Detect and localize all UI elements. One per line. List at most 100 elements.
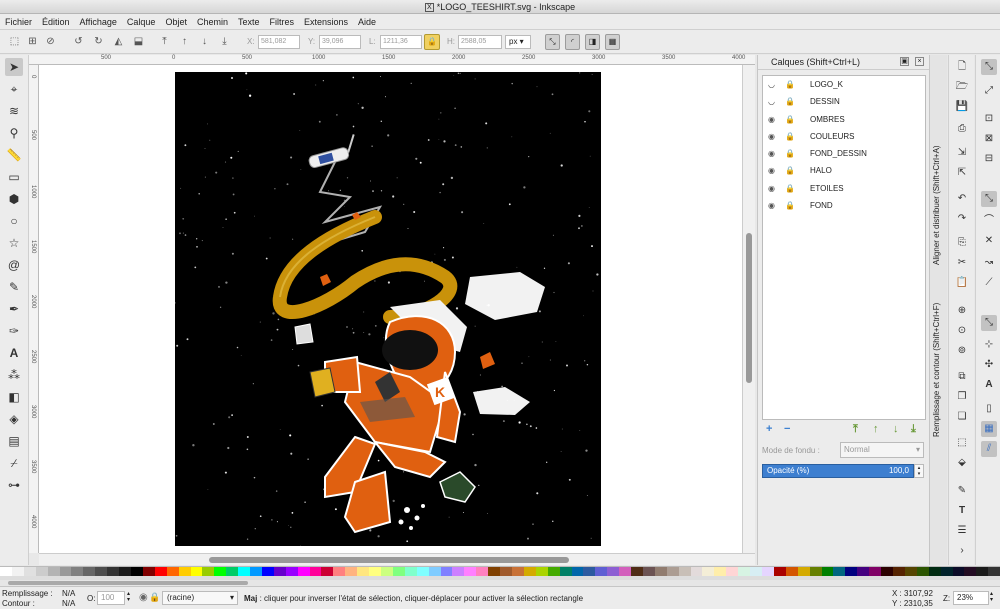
snap-enable-icon[interactable]: ⤡ [981,59,997,75]
duplicate-icon[interactable]: ⧉ [954,369,970,385]
color-swatch[interactable] [821,567,834,576]
fill-value[interactable]: N/A [62,589,75,598]
color-swatch[interactable] [23,567,36,576]
height-field[interactable]: 2588,05 [458,35,502,49]
text-font-icon[interactable]: T [954,503,970,519]
layer-row[interactable]: ◉ 🔒 FOND [763,197,925,214]
raise-icon[interactable]: ↑ [178,35,191,48]
lock-icon[interactable]: 🔒 [785,93,795,110]
stroke-value[interactable]: N/A [62,599,75,608]
color-swatch[interactable] [250,567,262,576]
menu-fichier[interactable]: Fichier [0,14,37,30]
color-swatch[interactable] [357,567,370,576]
rotate-cw-icon[interactable]: ↻ [92,35,105,48]
snap-page-border-icon[interactable]: ▯ [981,401,997,417]
layer-row[interactable]: ◉ 🔒 COULEURS [763,128,925,145]
color-swatch[interactable] [773,567,786,576]
color-swatch[interactable] [654,567,667,576]
zoom-selection-icon[interactable]: ⊕ [954,303,970,319]
color-swatch[interactable] [190,567,203,576]
color-swatch[interactable] [476,567,489,576]
lock-icon[interactable]: 🔒 [785,128,795,145]
color-swatch[interactable] [238,567,251,576]
horizontal-scrollbar[interactable] [39,553,755,565]
clone-icon[interactable]: ❐ [954,389,970,405]
color-swatch[interactable] [809,567,822,576]
hidden-eye-icon[interactable]: ◡ [768,93,775,110]
layer-row[interactable]: ◡ 🔒 DESSIN [763,93,925,110]
lower-to-bottom-icon[interactable]: ⤓ [218,35,231,48]
snap-intersection-icon[interactable]: ✕ [981,233,997,249]
color-swatch[interactable] [285,567,298,576]
color-swatch[interactable] [571,567,584,576]
object-opacity-field[interactable]: 100 [97,591,125,605]
lock-icon[interactable]: 🔒 [785,197,795,214]
color-swatch[interactable] [119,567,131,576]
lock-icon[interactable]: 🔒 [785,145,795,162]
palette-scroll-thumb[interactable] [8,581,248,585]
eye-icon[interactable]: ◉ [768,162,775,179]
color-swatch[interactable] [988,567,1000,576]
new-document-icon[interactable]: 🗋 [954,59,970,75]
redo-icon[interactable]: ↷ [954,211,970,227]
menu-texte[interactable]: Texte [233,14,265,30]
layer-row[interactable]: ◉ 🔒 HALO [763,162,925,179]
color-swatch[interactable] [642,567,655,576]
color-swatch[interactable] [845,567,858,576]
menu-objet[interactable]: Objet [160,14,192,30]
color-swatch[interactable] [202,567,215,576]
group-icon[interactable]: ⬚ [954,435,970,451]
color-swatch[interactable] [404,567,417,576]
snap-others-icon[interactable]: ⤡ [981,315,997,331]
color-swatch[interactable] [59,567,72,576]
node-tool-icon[interactable]: ⌖ [5,80,23,98]
snap-bbox-corner-icon[interactable]: ⊠ [981,131,997,147]
color-swatch[interactable] [702,567,715,576]
horizontal-scroll-thumb[interactable] [209,557,569,563]
color-swatch[interactable] [381,567,393,576]
color-swatch[interactable] [952,567,965,576]
save-icon[interactable]: 💾 [954,99,970,115]
raise-to-top-icon[interactable]: ⤒ [158,35,171,48]
color-swatch[interactable] [726,567,739,576]
snap-smooth-node-icon[interactable]: ↝ [981,255,997,271]
tweak-tool-icon[interactable]: ≋ [5,102,23,120]
import-icon[interactable]: ⇲ [954,145,970,161]
color-swatch[interactable] [83,567,96,576]
color-swatch[interactable] [547,567,560,576]
tab-align-distribute[interactable]: Aligner et distribuer (Shift+Ctrl+A) [932,65,941,265]
color-swatch[interactable] [333,567,346,576]
color-swatch[interactable] [321,567,334,576]
pencil-tool-icon[interactable]: ✎ [5,278,23,296]
eraser-tool-icon[interactable]: ◧ [5,388,23,406]
snap-text-baseline-icon[interactable]: A [981,377,997,393]
snap-guide-icon[interactable]: ⫽ [981,441,997,457]
color-swatch[interactable] [881,567,893,576]
menu-extensions[interactable]: Extensions [299,14,353,30]
rectangle-tool-icon[interactable]: ▭ [5,168,23,186]
scale-radii-icon[interactable]: ◜ [565,34,580,50]
text-tool-icon[interactable]: A [5,344,23,362]
color-swatch[interactable] [214,567,227,576]
opacity-slider[interactable]: Opacité (%) 100,0 [762,464,914,478]
color-swatch[interactable] [869,567,882,576]
hidden-eye-icon[interactable]: ◡ [768,76,775,93]
more-commands-icon[interactable]: › [954,543,970,559]
color-swatch[interactable] [762,567,774,576]
color-swatch[interactable] [678,567,691,576]
color-swatch[interactable] [261,567,274,576]
drawing-canvas[interactable]: K [39,65,742,553]
color-palette[interactable] [0,566,1000,580]
color-swatch[interactable] [166,567,179,576]
color-swatch[interactable] [226,567,239,576]
current-layer-select[interactable]: (racine) ▾ [162,591,238,605]
color-swatch[interactable] [35,567,48,576]
connector-tool-icon[interactable]: ⊶ [5,476,23,494]
color-swatch[interactable] [928,567,941,576]
color-swatch[interactable] [71,567,84,576]
spray-tool-icon[interactable]: ⁂ [5,366,23,384]
lock-ratio-icon[interactable]: 🔒 [424,34,440,50]
color-swatch[interactable] [631,567,643,576]
print-icon[interactable]: ⎙ [954,121,970,137]
layers-icon[interactable]: ☰ [954,523,970,539]
